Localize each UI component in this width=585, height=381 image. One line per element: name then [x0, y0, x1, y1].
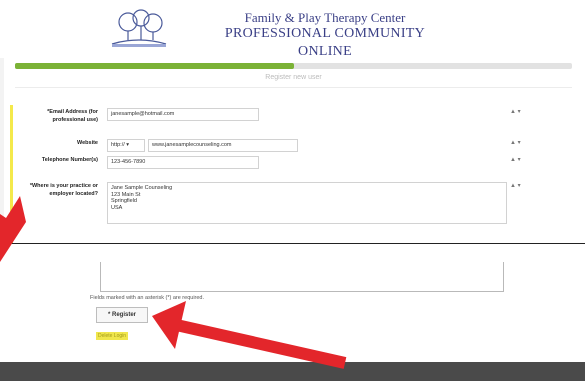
family-tree-logo-icon — [111, 9, 167, 47]
location-label: *Where is your practice or employer loca… — [29, 183, 98, 197]
delete-login-link[interactable]: Delete Login — [96, 332, 128, 340]
protocol-select[interactable]: http:// ▾ — [107, 139, 145, 152]
org-name-line2: PROFESSIONAL COMMUNITY ONLINE — [224, 26, 426, 59]
org-name-line1: Family & Play Therapy Center — [244, 10, 406, 25]
email-field[interactable]: janesample@hotmail.com — [107, 108, 259, 121]
registration-panel: Register new user *Email Address (for pr… — [4, 58, 585, 267]
site-header: Family & Play Therapy Center PROFESSIONA… — [0, 0, 585, 61]
page-footer — [0, 362, 585, 381]
progress-label: Register new user — [15, 69, 572, 88]
site-brand: Family & Play Therapy Center PROFESSIONA… — [200, 10, 450, 61]
website-field[interactable]: www.janesamplecounseling.com — [148, 139, 298, 152]
email-label: *Email Address (for professional use) — [47, 109, 98, 123]
textarea-field[interactable] — [100, 262, 504, 292]
visibility-toggle[interactable]: ▲ ▾ — [510, 156, 521, 163]
visibility-toggle[interactable]: ▲ ▾ — [510, 108, 521, 115]
location-address-field[interactable]: Jane Sample Counseling 123 Main St Sprin… — [107, 182, 507, 224]
visibility-toggle[interactable]: ▲ ▾ — [510, 139, 521, 146]
address-line: USA — [111, 204, 123, 211]
telephone-field[interactable]: 123-456-7890 — [107, 156, 259, 169]
website-label: Website — [77, 140, 98, 146]
register-button[interactable]: * Register — [96, 307, 148, 323]
required-fields-note: Fields marked with an asterisk (*) are r… — [90, 295, 205, 301]
telephone-label: Telephone Number(s) — [41, 157, 98, 163]
visibility-toggle[interactable]: ▲ ▾ — [510, 182, 521, 189]
form-footer-section: Fields marked with an asterisk (*) are r… — [0, 244, 585, 362]
